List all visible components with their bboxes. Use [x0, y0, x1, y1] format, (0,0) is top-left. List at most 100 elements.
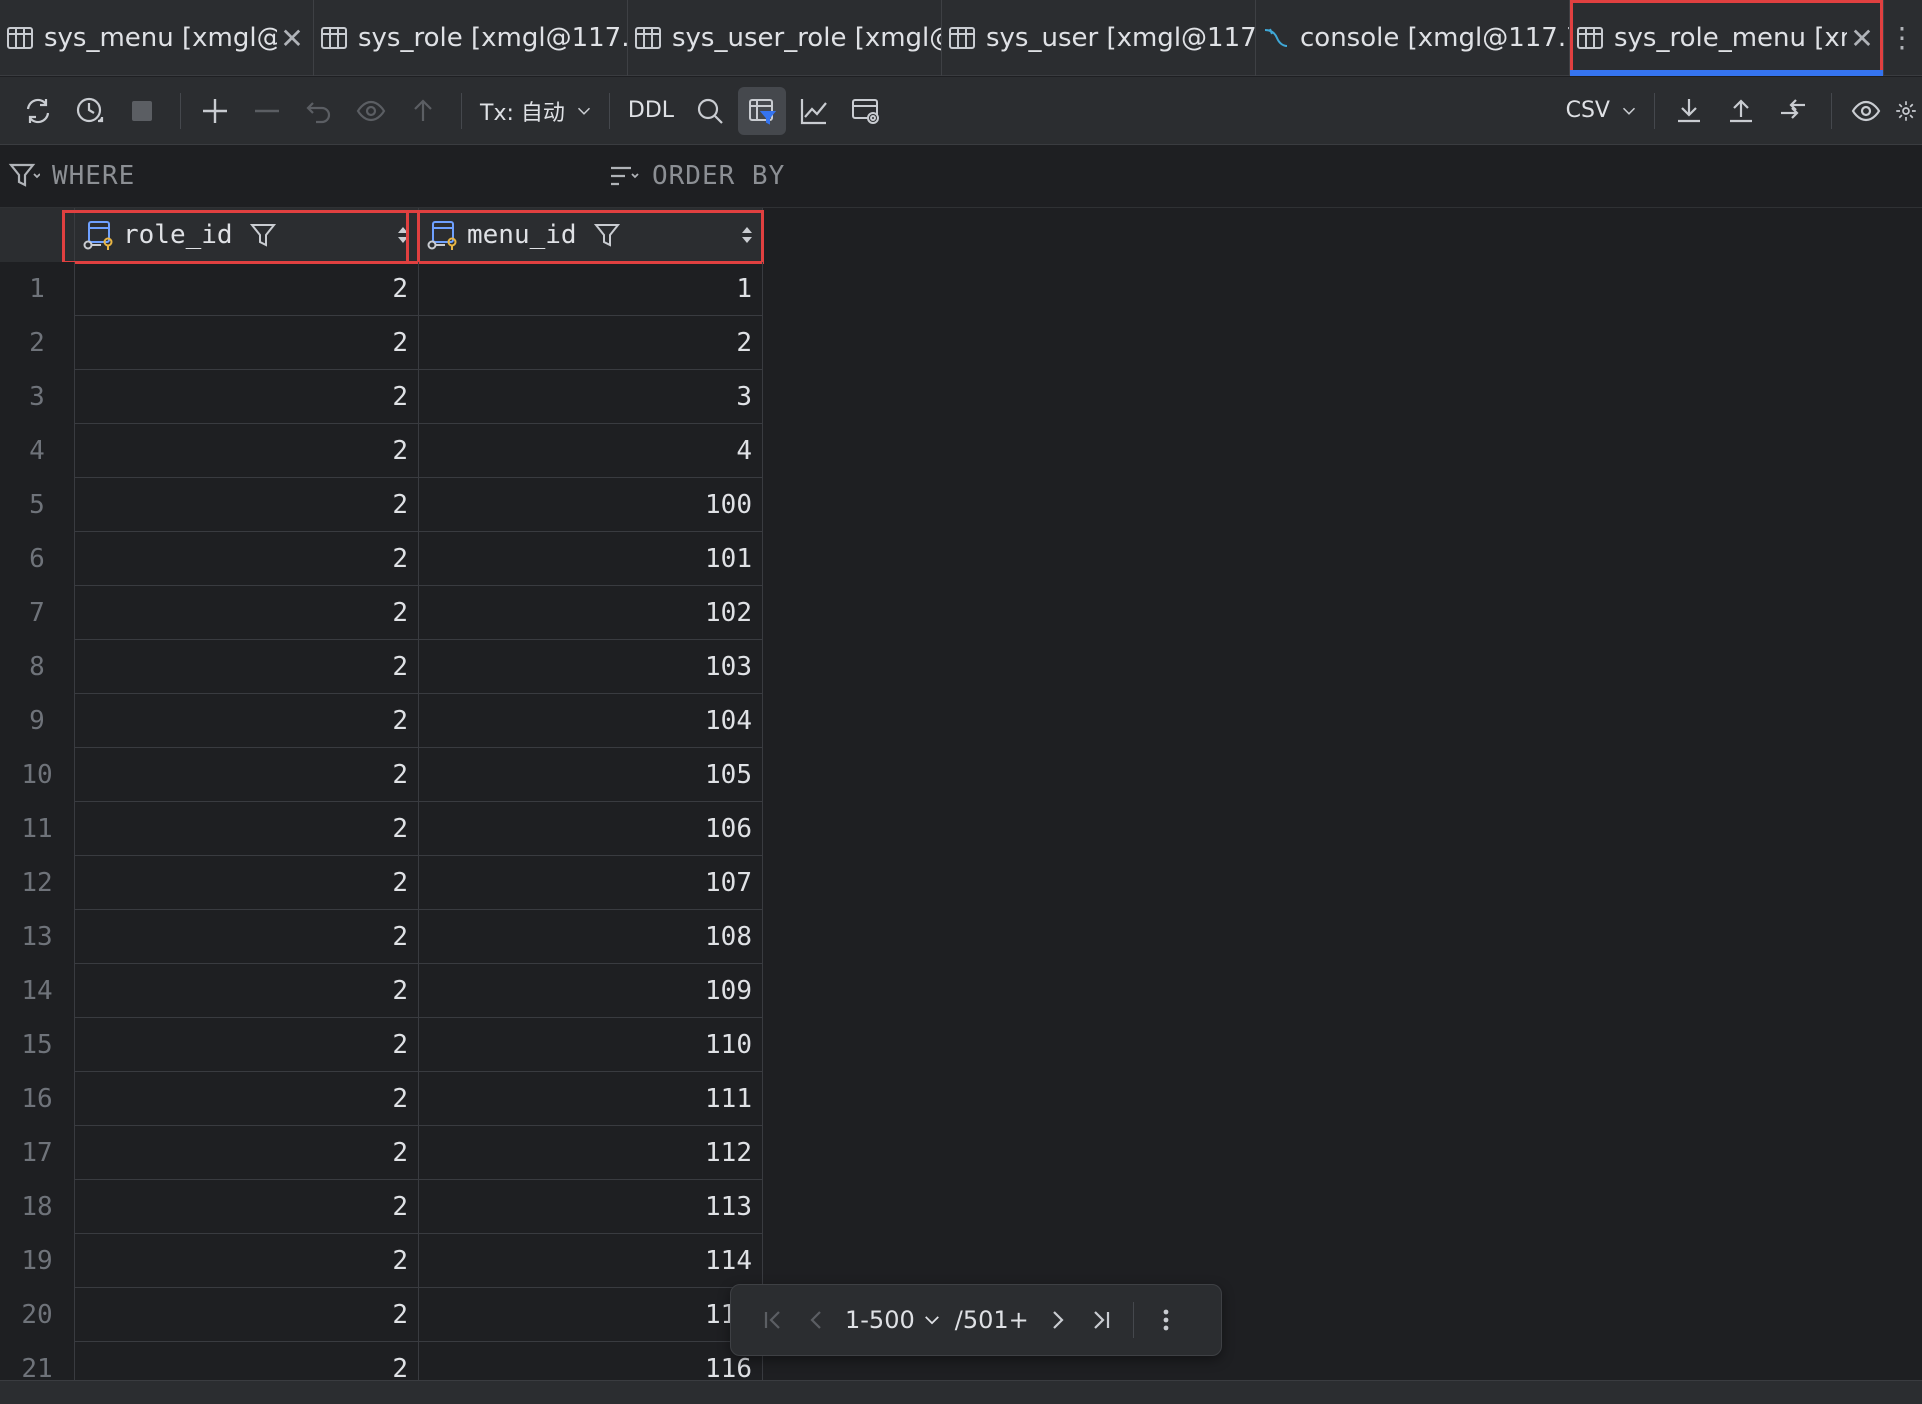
table-row[interactable]: 8 2 103 — [0, 640, 763, 694]
more-options-button[interactable] — [1144, 1298, 1188, 1342]
cell-menu-id[interactable]: 109 — [419, 964, 763, 1018]
table-row[interactable]: 17 2 112 — [0, 1126, 763, 1180]
cell-role-id[interactable]: 2 — [75, 262, 419, 316]
cell-menu-id[interactable]: 111 — [419, 1072, 763, 1126]
previous-page-button[interactable] — [795, 1298, 839, 1342]
row-number[interactable]: 13 — [0, 910, 75, 964]
settings-button[interactable] — [1894, 87, 1918, 135]
table-row[interactable]: 9 2 104 — [0, 694, 763, 748]
cell-role-id[interactable]: 2 — [75, 694, 419, 748]
cell-menu-id[interactable]: 1 — [419, 262, 763, 316]
table-row[interactable]: 20 2 115 — [0, 1288, 763, 1342]
cell-menu-id[interactable]: 114 — [419, 1234, 763, 1288]
compare-button[interactable] — [1769, 87, 1817, 135]
row-number[interactable]: 7 — [0, 586, 75, 640]
cell-menu-id[interactable]: 101 — [419, 532, 763, 586]
cell-role-id[interactable]: 2 — [75, 424, 419, 478]
row-number[interactable]: 2 — [0, 316, 75, 370]
add-row-button[interactable] — [191, 87, 239, 135]
cell-role-id[interactable]: 2 — [75, 856, 419, 910]
row-number[interactable]: 16 — [0, 1072, 75, 1126]
row-number[interactable]: 14 — [0, 964, 75, 1018]
cell-menu-id[interactable]: 100 — [419, 478, 763, 532]
filter-toggle-button[interactable] — [738, 86, 787, 135]
order-by-field[interactable]: ORDER BY — [608, 160, 785, 192]
revert-button[interactable] — [295, 87, 343, 135]
cell-role-id[interactable]: 2 — [75, 802, 419, 856]
row-number[interactable]: 4 — [0, 424, 75, 478]
last-page-button[interactable] — [1079, 1298, 1123, 1342]
table-row[interactable]: 222 — [0, 316, 763, 370]
cell-role-id[interactable]: 2 — [75, 1288, 419, 1342]
view-query-button[interactable] — [842, 87, 890, 135]
row-number[interactable]: 3 — [0, 370, 75, 424]
table-row[interactable]: 121 — [0, 262, 763, 316]
page-range-dropdown[interactable]: 1-500 — [839, 1306, 949, 1334]
cell-menu-id[interactable]: 115 — [419, 1288, 763, 1342]
import-button[interactable] — [1717, 87, 1765, 135]
export-format-dropdown[interactable]: CSV — [1558, 87, 1640, 135]
cell-role-id[interactable]: 2 — [75, 1072, 419, 1126]
cell-menu-id[interactable]: 105 — [419, 748, 763, 802]
tab-console[interactable]: console [xmgl@117.72 — [1256, 0, 1570, 76]
transaction-mode-dropdown[interactable]: Tx: 自动 — [472, 87, 595, 135]
table-row[interactable]: 15 2 110 — [0, 1018, 763, 1072]
row-number[interactable]: 5 — [0, 478, 75, 532]
total-rows-label[interactable]: /501+ — [949, 1306, 1035, 1334]
row-number[interactable]: 11 — [0, 802, 75, 856]
cell-menu-id[interactable]: 104 — [419, 694, 763, 748]
cell-role-id[interactable]: 2 — [75, 1342, 419, 1380]
cell-role-id[interactable]: 2 — [75, 910, 419, 964]
export-button[interactable] — [1665, 87, 1713, 135]
cell-menu-id[interactable]: 112 — [419, 1126, 763, 1180]
column-header-role-id[interactable]: role_id — [62, 208, 420, 264]
sort-arrows-icon[interactable] — [738, 224, 756, 246]
cell-menu-id[interactable]: 116 — [419, 1342, 763, 1380]
ddl-button[interactable]: DDL — [620, 87, 682, 135]
close-icon[interactable]: ✕ — [277, 22, 307, 55]
cell-role-id[interactable]: 2 — [75, 370, 419, 424]
cell-menu-id[interactable]: 110 — [419, 1018, 763, 1072]
cell-menu-id[interactable]: 102 — [419, 586, 763, 640]
table-row[interactable]: 21 2 116 — [0, 1342, 763, 1380]
row-number[interactable]: 10 — [0, 748, 75, 802]
row-number[interactable]: 18 — [0, 1180, 75, 1234]
preview-changes-button[interactable] — [347, 87, 395, 135]
cell-menu-id[interactable]: 2 — [419, 316, 763, 370]
cell-menu-id[interactable]: 103 — [419, 640, 763, 694]
row-number[interactable]: 6 — [0, 532, 75, 586]
tab-sys-role-menu[interactable]: sys_role_menu [xmgl@117.72✕ — [1570, 0, 1884, 76]
cell-role-id[interactable]: 2 — [75, 640, 419, 694]
cell-menu-id[interactable]: 106 — [419, 802, 763, 856]
cell-role-id[interactable]: 2 — [75, 1018, 419, 1072]
row-number[interactable]: 20 — [0, 1288, 75, 1342]
cell-role-id[interactable]: 2 — [75, 964, 419, 1018]
cell-menu-id[interactable]: 3 — [419, 370, 763, 424]
cell-menu-id[interactable]: 4 — [419, 424, 763, 478]
tab-sys-menu[interactable]: sys_menu [xmgl@117.72✕ — [0, 0, 314, 76]
cell-role-id[interactable]: 2 — [75, 1234, 419, 1288]
close-icon[interactable]: ✕ — [1847, 22, 1877, 55]
row-number[interactable]: 12 — [0, 856, 75, 910]
table-row[interactable]: 5 2 100 — [0, 478, 763, 532]
tab-sys-role[interactable]: sys_role [xmgl@117.72 — [314, 0, 628, 76]
next-page-button[interactable] — [1035, 1298, 1079, 1342]
row-number[interactable]: 17 — [0, 1126, 75, 1180]
search-button[interactable] — [686, 87, 734, 135]
table-row[interactable]: 14 2 109 — [0, 964, 763, 1018]
row-number-header[interactable] — [0, 208, 75, 262]
column-filter-icon[interactable] — [593, 221, 621, 249]
horizontal-scrollbar[interactable] — [0, 1380, 1922, 1404]
column-header-menu-id[interactable]: menu_id — [406, 208, 764, 264]
table-row[interactable]: 424 — [0, 424, 763, 478]
sort-arrows-icon[interactable] — [394, 224, 412, 246]
cell-menu-id[interactable]: 113 — [419, 1180, 763, 1234]
cell-role-id[interactable]: 2 — [75, 316, 419, 370]
history-button[interactable] — [66, 87, 114, 135]
delete-row-button[interactable] — [243, 87, 291, 135]
table-row[interactable]: 11 2 106 — [0, 802, 763, 856]
cell-role-id[interactable]: 2 — [75, 1126, 419, 1180]
where-filter-field[interactable]: WHERE — [8, 160, 135, 192]
cell-menu-id[interactable]: 107 — [419, 856, 763, 910]
row-number[interactable]: 9 — [0, 694, 75, 748]
